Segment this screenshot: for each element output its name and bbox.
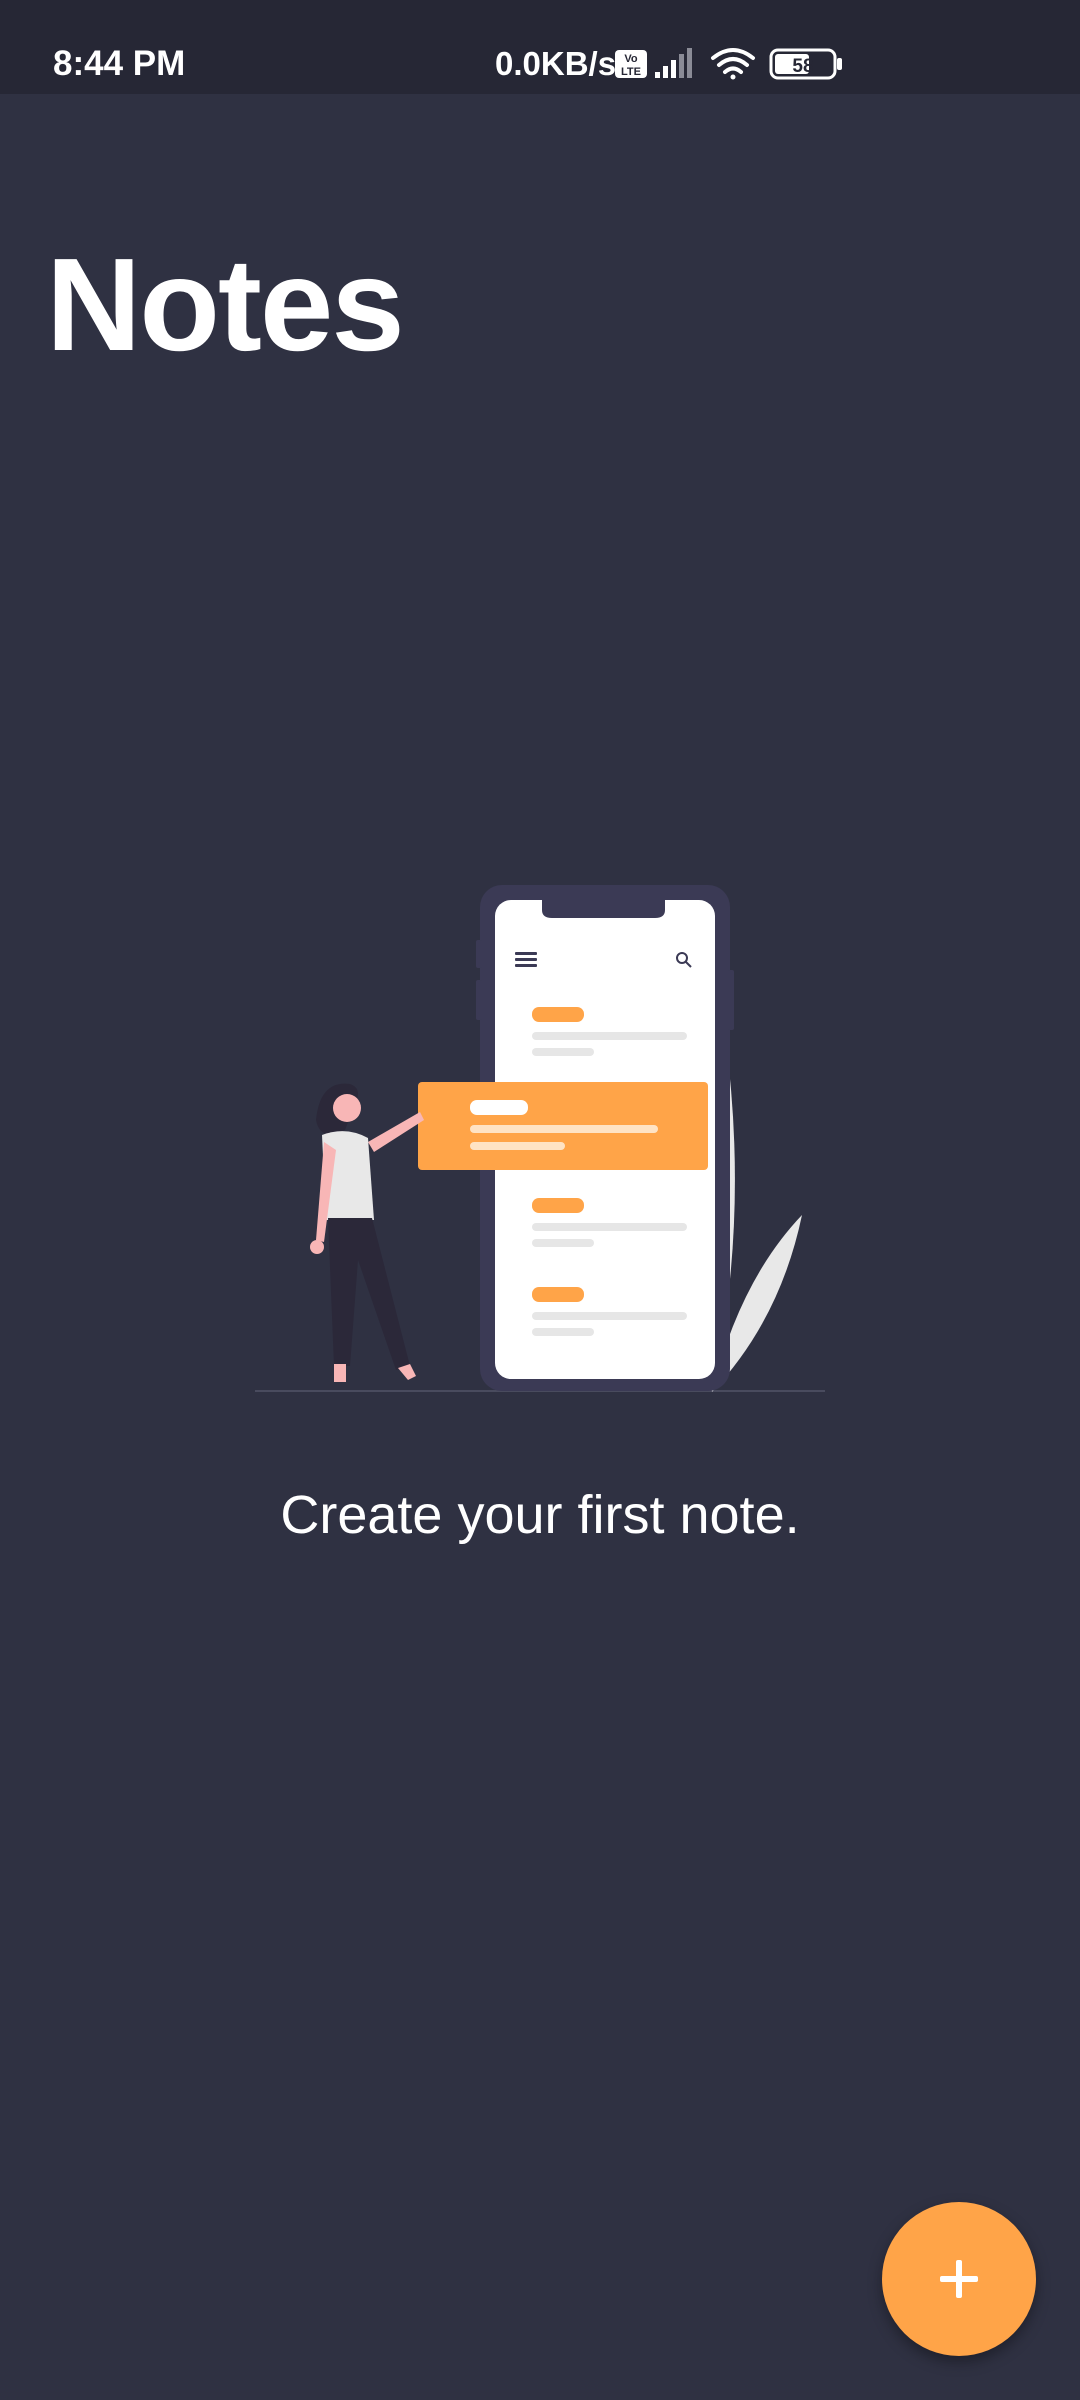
signal-icon — [655, 48, 692, 78]
person-icon — [310, 1083, 424, 1382]
add-note-button[interactable] — [882, 2202, 1036, 2356]
menu-icon — [515, 952, 537, 967]
notes-screen: 8:44 PM 0.0KB/s Vo LTE 58 Notes Create y… — [0, 0, 1080, 2400]
plus-icon — [940, 2260, 978, 2298]
status-time: 8:44 PM — [53, 44, 186, 83]
wifi-icon — [711, 48, 755, 80]
battery-icon: 58 — [769, 48, 842, 80]
page-title: Notes — [46, 231, 405, 378]
note-card-icon — [418, 1082, 708, 1170]
empty-state-illustration — [255, 885, 825, 1392]
svg-text:LTE: LTE — [621, 66, 641, 78]
status-icons: Vo LTE 58 — [615, 48, 842, 80]
battery-level: 58 — [792, 56, 813, 77]
network-speed: 0.0KB/s — [495, 45, 617, 82]
volte-icon: Vo LTE — [615, 50, 647, 78]
empty-state-message: Create your first note. — [280, 1485, 800, 1545]
svg-text:Vo: Vo — [624, 53, 638, 65]
status-bar: 8:44 PM 0.0KB/s Vo LTE 58 — [0, 0, 1080, 94]
